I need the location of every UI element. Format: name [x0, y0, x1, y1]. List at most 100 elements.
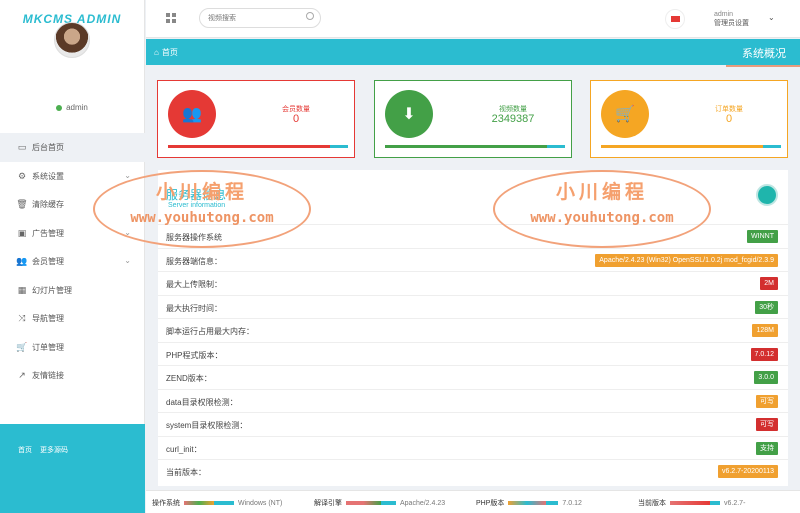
status-label: 当前版本 — [638, 500, 666, 507]
sidebar-item-members[interactable]: 👥 会员管理 ⌄ — [0, 247, 145, 276]
external-link-icon: ↗ — [18, 370, 26, 380]
status-label: 操作系统 — [152, 500, 180, 507]
breadcrumb-bar: ⌂ 首页 系统概况 — [146, 39, 800, 65]
breadcrumb[interactable]: ⌂ 首页 — [154, 47, 178, 58]
status-mini-bar — [670, 501, 720, 506]
search-input[interactable] — [199, 8, 321, 28]
server-info-row: 脚本运行占用最大内存： 128M — [158, 318, 788, 342]
server-info-row: curl_init： 支持 — [158, 435, 788, 460]
table-icon: ▦ — [17, 284, 27, 295]
stat-card-members[interactable]: 👥 会员数量 0 — [157, 80, 355, 158]
footer-link-more-source[interactable]: 更多源码 — [40, 447, 68, 454]
stat-progress-bar — [168, 145, 348, 148]
server-info-key: ZEND版本： — [166, 374, 212, 383]
status-mini-bar — [346, 501, 396, 506]
server-info-row: 最大执行时间： 30秒 — [158, 294, 788, 319]
status-engine: 解译引擎 Apache/2.4.23 — [314, 498, 445, 508]
sidebar-item-label: 幻灯片管理 — [32, 285, 72, 295]
server-info-row: 服务器端信息： Apache/2.4.23 (Win32) OpenSSL/1.0… — [158, 247, 788, 272]
stat-icon-circle: ⬇ — [385, 90, 433, 138]
topbar: admin 管理员设置 ⌄ — [146, 0, 800, 38]
server-info-badge: 128M — [752, 324, 778, 337]
server-info-key: 最大执行时间： — [166, 303, 222, 313]
stat-progress-bar — [601, 145, 781, 148]
sidebar-item-slides[interactable]: ▦ 幻灯片管理 — [0, 276, 145, 305]
server-info-key: curl_init： — [166, 444, 202, 454]
laptop-icon: ▭ — [17, 142, 27, 152]
status-mini-bar — [508, 501, 559, 506]
sidebar-item-label: 订单管理 — [32, 342, 64, 352]
stat-icon-circle: 🛒 — [601, 90, 649, 138]
users-icon: 👥 — [16, 256, 28, 266]
server-info-key: data目录权限检测： — [166, 397, 238, 407]
cart-icon: 🛒 — [615, 106, 635, 123]
stat-value: 2349387 — [491, 113, 535, 125]
admin-name: admin — [714, 11, 734, 18]
server-info-row: ZEND版本： 3.0.0 — [158, 365, 788, 389]
bottom-status-bar: 操作系统 Windows (NT) 解译引擎 Apache/2.4.23 PHP版本… — [146, 490, 800, 513]
grid-menu-icon[interactable] — [166, 13, 177, 24]
sidebar: MKCMS ADMIN admin ▭ 后台首页 ⚙ 系统设置 ⌄ 🗑 清除缓存 ▣ 广… — [0, 0, 145, 513]
watermark-text: 小川编程 — [555, 181, 648, 203]
online-status-icon — [56, 104, 63, 111]
stat-card-orders[interactable]: 🛒 订单数量 0 — [590, 80, 788, 158]
watermark-stamp: 小川编程 www.youhutong.com — [493, 170, 711, 248]
home-icon: ⌂ — [154, 48, 159, 57]
server-info-key: 脚本运行占用最大内存： — [166, 327, 254, 336]
watermark-url: www.youhutong.com — [130, 210, 274, 226]
status-mini-bar — [184, 501, 234, 506]
sidebar-item-links[interactable]: ↗ 友情链接 — [0, 361, 145, 390]
status-value: Windows (NT) — [238, 500, 283, 507]
globe-icon — [756, 184, 778, 206]
server-info-key: 最大上传限制： — [166, 280, 222, 289]
server-info-row: 最大上传限制： 2M — [158, 271, 788, 295]
sidebar-item-label: 友情链接 — [32, 371, 64, 380]
server-info-row: system目录权限检测： 可写 — [158, 412, 788, 436]
server-info-row: 当前版本： v6.2.7-20200113 — [158, 459, 788, 483]
sidebar-item-dashboard[interactable]: ▭ 后台首页 — [0, 133, 145, 162]
users-icon: 👥 — [182, 106, 202, 123]
status-version: 当前版本 v6.2.7- — [638, 498, 745, 508]
trash-icon: 🗑 — [16, 199, 28, 209]
server-info-row: data目录权限检测： 可写 — [158, 388, 788, 413]
server-info-badge: 3.0.0 — [754, 371, 778, 384]
watermark-url: www.youhutong.com — [530, 210, 674, 226]
admin-role: 管理员设置 — [714, 20, 749, 27]
server-info-row: PHP程式版本： 7.0.12 — [158, 341, 788, 366]
status-php: PHP版本 7.0.12 — [476, 498, 582, 508]
title-underline — [726, 65, 800, 67]
shuffle-icon: ⤨ — [18, 313, 26, 323]
avatar[interactable] — [54, 22, 90, 58]
mail-icon[interactable] — [665, 9, 685, 29]
status-value: 7.0.12 — [562, 500, 582, 507]
status-label: 解译引擎 — [314, 500, 342, 507]
watermark-stamp: 小川编程 www.youhutong.com — [93, 170, 311, 248]
stat-value: 0 — [725, 113, 733, 125]
chevron-down-icon: ⌄ — [124, 256, 131, 265]
stat-card-videos[interactable]: ⬇ 视频数量 2349387 — [374, 80, 572, 158]
stat-icon-circle: 👥 — [168, 90, 216, 138]
sidebar-footer: 首页 更多源码 — [0, 424, 145, 513]
server-info-badge: 7.0.12 — [750, 347, 778, 361]
sidebar-item-navigation[interactable]: ⤨ 导航管理 — [0, 304, 145, 333]
admin-menu[interactable]: admin 管理员设置 — [714, 10, 749, 28]
stat-progress-bar — [385, 145, 565, 148]
image-icon: ▣ — [17, 227, 27, 238]
sidebar-item-label: 清除缓存 — [32, 200, 64, 209]
footer-link-home[interactable]: 首页 — [18, 447, 32, 454]
status-os: 操作系统 Windows (NT) — [152, 498, 282, 508]
server-info-badge: v6.2.7-20200113 — [717, 465, 778, 478]
server-info-badge: 可写 — [756, 418, 778, 431]
chevron-down-icon[interactable]: ⌄ — [768, 13, 775, 22]
server-info-badge: WINNT — [747, 230, 778, 243]
watermark-text: 小川编程 — [155, 181, 248, 203]
server-info-badge: 支持 — [756, 441, 778, 455]
sidebar-item-label: 会员管理 — [32, 257, 64, 266]
username: admin — [66, 103, 88, 112]
search-icon[interactable] — [306, 12, 314, 20]
status-label: PHP版本 — [476, 500, 505, 507]
status-value: v6.2.7- — [724, 500, 746, 507]
server-info-key: system目录权限检测： — [166, 421, 248, 430]
page-title: 系统概况 — [742, 48, 786, 60]
sidebar-item-orders[interactable]: 🛒 订单管理 — [0, 333, 145, 362]
